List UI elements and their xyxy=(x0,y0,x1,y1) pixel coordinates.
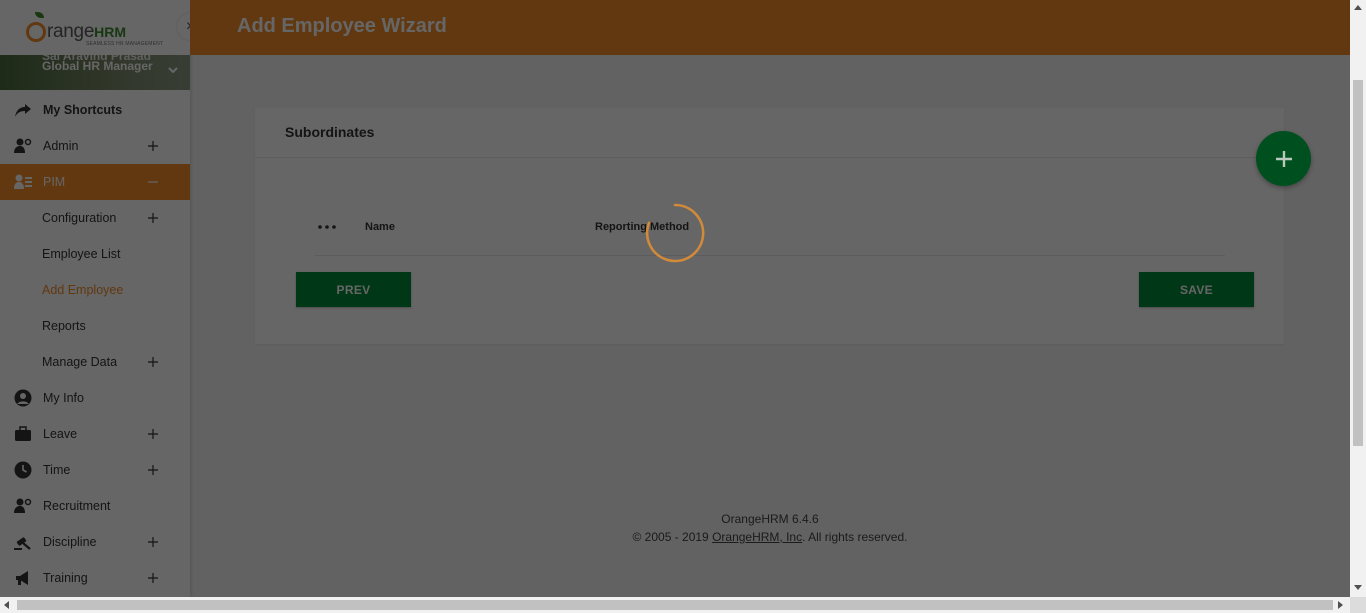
scrollbar-corner xyxy=(1350,597,1366,613)
user-role: Global HR Manager xyxy=(42,59,153,73)
scroll-right-arrow-icon[interactable] xyxy=(1338,601,1343,609)
plus-icon[interactable] xyxy=(148,429,158,439)
card-divider xyxy=(255,157,1284,158)
vertical-scroll-thumb[interactable] xyxy=(1353,80,1363,446)
logo-tagline: SEAMLESS HR MANAGEMENT xyxy=(86,40,164,47)
scroll-up-arrow-icon[interactable] xyxy=(1354,5,1362,10)
sidebar-item-my-info[interactable]: My Info xyxy=(0,380,190,416)
scroll-left-arrow-icon[interactable] xyxy=(4,601,9,609)
add-subordinate-button[interactable] xyxy=(1256,131,1311,186)
plus-icon[interactable] xyxy=(148,141,158,151)
sidebar-item-recruitment[interactable]: Recruitment xyxy=(0,488,190,524)
sidebar-item-label: Leave xyxy=(43,427,78,441)
copyright-prefix: © 2005 - 2019 xyxy=(632,530,713,544)
user-gear-icon xyxy=(14,138,32,153)
sidebar-item-admin[interactable]: Admin xyxy=(0,128,190,164)
scroll-down-arrow-icon[interactable] xyxy=(1354,585,1362,590)
sidebar-item-label: Time xyxy=(43,463,71,477)
sidebar-item-label: Configuration xyxy=(42,211,117,225)
sidebar-item-discipline[interactable]: Discipline xyxy=(0,524,190,560)
sidebar-item-pim[interactable]: PIM xyxy=(0,164,190,200)
sidebar-item-label: PIM xyxy=(43,175,66,189)
logo-bar: range HRM SEAMLESS HR MANAGEMENT xyxy=(0,0,190,55)
plus-icon[interactable] xyxy=(148,465,158,475)
footer-version: OrangeHRM 6.4.6 xyxy=(721,512,819,526)
more-options-icon[interactable] xyxy=(318,225,336,229)
copyright-suffix: . All rights reserved. xyxy=(802,530,908,544)
sidebar-item-manage-data[interactable]: Manage Data xyxy=(0,344,190,380)
prev-button[interactable]: PREV xyxy=(296,272,411,307)
plus-icon[interactable] xyxy=(148,573,158,583)
megaphone-icon xyxy=(16,571,28,585)
horizontal-scroll-thumb[interactable] xyxy=(17,600,1333,610)
sidebar-item-leave[interactable]: Leave xyxy=(0,416,190,452)
sidebar-item-label: Add Employee xyxy=(42,283,124,297)
sidebar-item-label: Reports xyxy=(42,319,86,333)
page-header: Add Employee Wizard xyxy=(190,0,1350,55)
subordinates-card: Subordinates Name Reporting Method PREV … xyxy=(255,108,1284,344)
plus-icon xyxy=(1275,150,1292,167)
main-menu: My Shortcuts Admin PIM Configuration Emp… xyxy=(0,90,190,596)
plus-icon[interactable] xyxy=(148,537,158,547)
briefcase-icon xyxy=(15,426,31,441)
id-card-icon xyxy=(14,174,32,189)
save-button[interactable]: SAVE xyxy=(1139,272,1254,307)
sidebar-item-label: Recruitment xyxy=(43,499,111,513)
plus-icon[interactable] xyxy=(148,357,158,367)
sidebar-item-add-employee[interactable]: Add Employee xyxy=(0,272,190,308)
sidebar-item-label: Discipline xyxy=(43,535,97,549)
chevron-down-icon[interactable] xyxy=(166,63,180,77)
sidebar-item-configuration[interactable]: Configuration xyxy=(0,200,190,236)
orangehrm-logo[interactable]: range HRM SEAMLESS HR MANAGEMENT xyxy=(26,11,163,47)
page-title: Add Employee Wizard xyxy=(237,15,447,37)
loading-spinner-icon xyxy=(645,203,705,263)
user-circle-icon xyxy=(14,389,32,407)
column-header-name[interactable]: Name xyxy=(365,221,395,233)
sidebar-item-my-shortcuts[interactable]: My Shortcuts xyxy=(0,92,190,128)
sidebar-item-label: My Shortcuts xyxy=(43,103,123,117)
sidebar-item-label: Training xyxy=(43,571,88,585)
sidebar-item-time[interactable]: Time xyxy=(0,452,190,488)
sidebar-item-employee-list[interactable]: Employee List xyxy=(0,236,190,272)
minus-icon[interactable] xyxy=(148,177,158,187)
clock-icon xyxy=(14,461,32,479)
sidebar-item-label: Manage Data xyxy=(42,355,118,369)
user-gear-icon xyxy=(14,498,32,513)
sidebar-item-reports[interactable]: Reports xyxy=(0,308,190,344)
user-profile-bar[interactable]: Sai Aravind Prasad Global HR Manager xyxy=(0,55,190,90)
logo-leaf-icon xyxy=(35,11,44,18)
sidebar-item-label: Admin xyxy=(43,139,79,153)
sidebar-item-label: My Info xyxy=(43,391,84,405)
sidebar: range HRM SEAMLESS HR MANAGEMENT Sai Ara… xyxy=(0,0,190,597)
card-title: Subordinates xyxy=(285,124,375,140)
gavel-icon xyxy=(14,537,31,550)
share-arrow-icon xyxy=(15,104,31,117)
footer-copyright: © 2005 - 2019 OrangeHRM, Inc. All rights… xyxy=(190,530,1350,544)
orangehrm-link[interactable]: OrangeHRM, Inc xyxy=(712,530,802,544)
plus-icon[interactable] xyxy=(148,213,158,223)
vertical-scrollbar[interactable] xyxy=(1350,0,1366,597)
logo-o-icon xyxy=(26,21,46,42)
sidebar-item-training[interactable]: Training xyxy=(0,560,190,596)
horizontal-scrollbar[interactable] xyxy=(0,597,1366,613)
sidebar-item-label: Employee List xyxy=(42,247,121,261)
subordinates-table-header: Name Reporting Method xyxy=(315,218,1225,256)
